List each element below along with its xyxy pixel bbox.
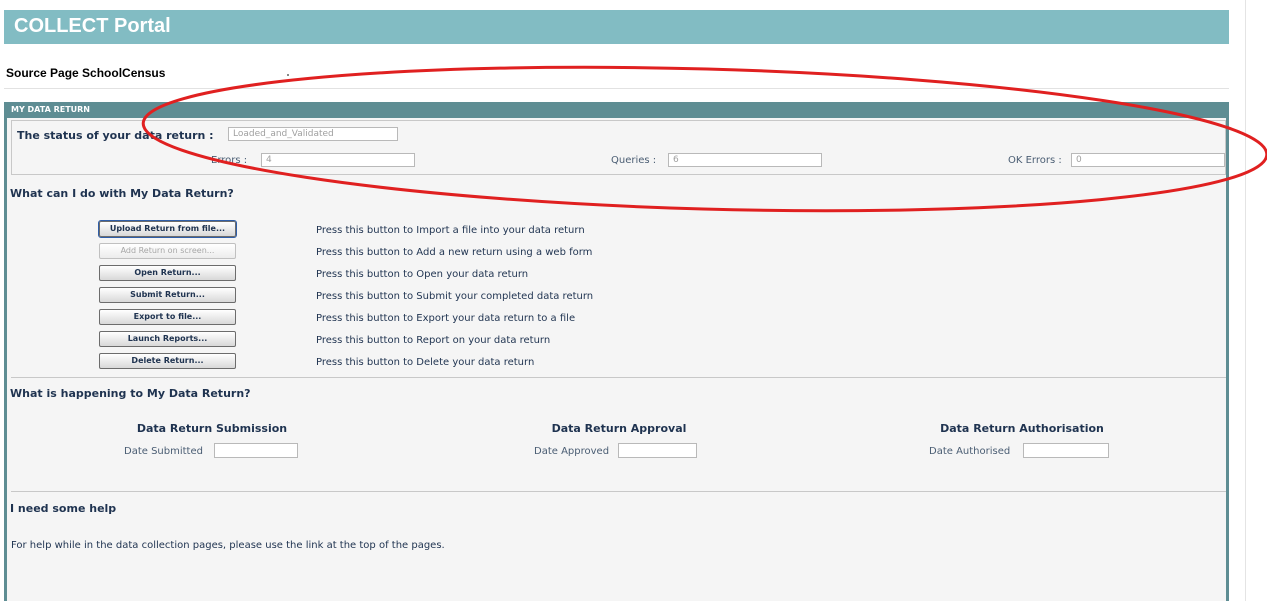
source-page-label: Source Page SchoolCensus xyxy=(6,66,166,80)
queries-label: Queries : xyxy=(611,155,657,166)
date-approved-field[interactable] xyxy=(618,443,697,458)
date-authorised-field[interactable] xyxy=(1023,443,1109,458)
divider xyxy=(4,88,1229,89)
status-label: The status of your data return : xyxy=(17,129,214,142)
add-return-description: Press this button to Add a new return us… xyxy=(316,247,593,258)
page-margin xyxy=(1233,0,1267,601)
date-submitted-label: Date Submitted xyxy=(124,446,203,457)
submit-return-description: Press this button to Submit your complet… xyxy=(316,291,594,302)
divider xyxy=(11,491,1226,492)
date-authorised-label: Date Authorised xyxy=(929,446,1011,457)
help-heading: I need some help xyxy=(10,502,117,515)
ok-errors-field[interactable]: 0 xyxy=(1071,153,1225,167)
launch-reports-button[interactable]: Launch Reports... xyxy=(99,331,236,347)
delete-return-description: Press this button to Delete your data re… xyxy=(316,357,535,368)
upload-return-button[interactable]: Upload Return from file... xyxy=(98,220,237,238)
date-submitted-field[interactable] xyxy=(214,443,298,458)
delete-return-button[interactable]: Delete Return... xyxy=(99,353,236,369)
submission-title: Data Return Submission xyxy=(136,422,288,435)
happening-heading: What is happening to My Data Return? xyxy=(10,387,251,400)
launch-reports-description: Press this button to Report on your data… xyxy=(316,335,551,346)
status-field[interactable]: Loaded_and_Validated xyxy=(228,127,398,141)
status-box: The status of your data return : Loaded_… xyxy=(11,120,1226,175)
submit-return-button[interactable]: Submit Return... xyxy=(99,287,236,303)
export-to-file-description: Press this button to Export your data re… xyxy=(316,313,576,324)
portal-header: COLLECT Portal xyxy=(4,10,1229,44)
panel-header: MY DATA RETURN xyxy=(7,102,1226,118)
portal-title: COLLECT Portal xyxy=(14,15,171,37)
panel-title: MY DATA RETURN xyxy=(11,105,90,114)
ok-errors-label: OK Errors : xyxy=(1008,155,1062,166)
approval-title: Data Return Approval xyxy=(551,422,687,435)
add-return-button[interactable]: Add Return on screen... xyxy=(99,243,236,259)
page-edge xyxy=(1245,0,1246,601)
divider xyxy=(11,377,1226,378)
help-text: For help while in the data collection pa… xyxy=(11,540,445,551)
upload-return-description: Press this button to Import a file into … xyxy=(316,225,585,236)
queries-field[interactable]: 6 xyxy=(668,153,822,167)
actions-heading: What can I do with My Data Return? xyxy=(10,187,234,200)
errors-label: Errors : xyxy=(211,155,248,166)
open-return-button[interactable]: Open Return... xyxy=(99,265,236,281)
open-return-description: Press this button to Open your data retu… xyxy=(316,269,529,280)
errors-field[interactable]: 4 xyxy=(261,153,415,167)
authorisation-title: Data Return Authorisation xyxy=(940,422,1104,435)
dot-mark xyxy=(287,74,289,76)
date-approved-label: Date Approved xyxy=(534,446,610,457)
export-to-file-button[interactable]: Export to file... xyxy=(99,309,236,325)
data-return-panel: MY DATA RETURN The status of your data r… xyxy=(4,102,1229,601)
